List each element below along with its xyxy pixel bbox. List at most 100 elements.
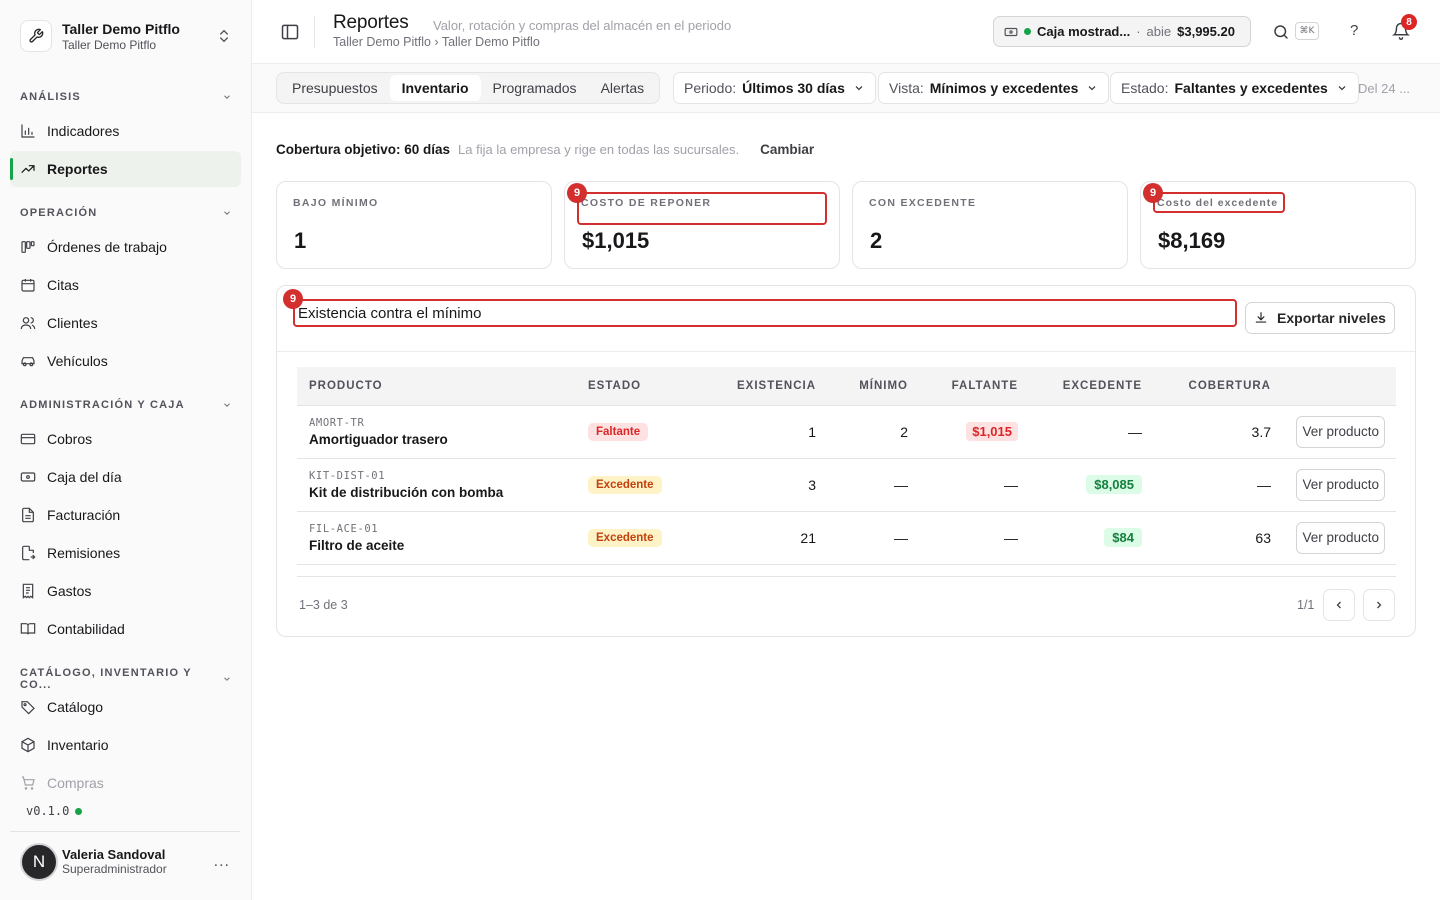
coverage-line: Cobertura objetivo: 60 días La fija la e… — [276, 142, 814, 157]
periodo-select[interactable]: Periodo: Últimos 30 días — [673, 72, 876, 104]
marker-badge: 9 — [283, 289, 303, 309]
shortage-value: $1,015 — [966, 422, 1018, 441]
table-header-row: PRODUCTO ESTADO EXISTENCIA MÍNIMO FALTAN… — [297, 367, 1396, 406]
download-icon — [1255, 312, 1267, 323]
section-operacion[interactable]: OPERACIÓN — [20, 207, 232, 219]
product-sku: KIT-DIST-01 — [309, 469, 386, 482]
more-icon[interactable]: ... — [214, 853, 230, 871]
pagination-page: 1/1 — [1297, 598, 1315, 612]
status-cell: Faltante — [576, 405, 703, 459]
kpi-value: $8,169 — [1158, 228, 1226, 253]
sidebar-item-label: Catálogo — [47, 699, 104, 715]
excess-value: $8,085 — [1086, 475, 1142, 494]
prev-page-button[interactable] — [1323, 589, 1355, 621]
next-page-button[interactable] — [1363, 589, 1395, 621]
sidebar-item-clientes[interactable]: Clientes — [10, 305, 241, 341]
col-excedente: EXCEDENTE — [1030, 367, 1154, 406]
file-out-icon — [22, 545, 36, 561]
product-cell: KIT-DIST-01 Kit de distribución con bomba — [297, 458, 576, 512]
cart-icon — [22, 776, 35, 790]
chevron-down-icon — [1088, 86, 1096, 91]
workspace-switcher[interactable]: Taller Demo Pitflo Taller Demo Pitflo — [10, 10, 242, 62]
sidebar-item-label: Clientes — [47, 315, 98, 331]
sidebar-item-contabilidad[interactable]: Contabilidad — [10, 611, 241, 647]
kpi-label: COSTO DE REPONER — [581, 197, 712, 209]
coverage-cell: 3.7 — [1154, 405, 1283, 459]
product-cell: AMORT-TR Amortiguador trasero — [297, 405, 576, 459]
excess-cell: $84 — [1030, 511, 1154, 565]
sidebar-item-label: Caja del día — [47, 469, 122, 485]
change-coverage-button[interactable]: Cambiar — [760, 142, 814, 157]
sidebar-item-vehiculos[interactable]: Vehículos — [10, 343, 241, 379]
product-name: Kit de distribución con bomba — [309, 484, 504, 500]
product-sku: FIL-ACE-01 — [309, 522, 379, 535]
sidebar-item-indicadores[interactable]: Indicadores — [10, 113, 241, 149]
product-sku: AMORT-TR — [309, 416, 365, 429]
kpi-value: 1 — [294, 228, 307, 253]
col-minimo: MÍNIMO — [828, 367, 920, 406]
sidebar-item-remisiones[interactable]: Remisiones — [10, 535, 241, 571]
avatar: N — [20, 842, 58, 881]
sidebar-item-inventario[interactable]: Inventario — [10, 727, 241, 763]
sidebar-item-cobros[interactable]: Cobros — [10, 421, 241, 457]
sidebar-item-label: Inventario — [47, 737, 109, 753]
sidebar-item-ordenes[interactable]: Órdenes de trabajo — [10, 229, 241, 265]
view-product-button[interactable]: Ver producto — [1296, 468, 1385, 501]
tab-inventario[interactable]: Inventario — [389, 75, 481, 101]
stock-cell: 1 — [703, 405, 828, 459]
sidebar-item-reportes[interactable]: Reportes — [10, 151, 241, 187]
excess-value: $84 — [1104, 528, 1142, 547]
section-administracion[interactable]: ADMINISTRACIÓN Y CAJA — [20, 399, 232, 411]
stock-table: PRODUCTO ESTADO EXISTENCIA MÍNIMO FALTAN… — [297, 367, 1396, 565]
sidebar-item-label: Indicadores — [47, 123, 120, 139]
sidebar-item-citas[interactable]: Citas — [10, 267, 241, 303]
search-icon[interactable] — [1272, 23, 1290, 41]
user-menu[interactable]: N Valeria Sandoval Superadministrador ..… — [10, 831, 240, 891]
section-catalogo[interactable]: CATÁLOGO, INVENTARIO Y CO... — [20, 667, 232, 691]
sidebar-item-label: Facturación — [47, 507, 121, 523]
cash-register-button[interactable]: Caja mostrad... · abie $3,995.20 — [993, 16, 1251, 47]
estado-value: Faltantes y excedentes — [1174, 80, 1328, 96]
product-cell: FIL-ACE-01 Filtro de aceite — [297, 511, 576, 565]
kpi-card-costo-excedente: Costo del excedente $8,169 — [1140, 181, 1416, 269]
view-product-button[interactable]: Ver producto — [1296, 415, 1385, 448]
kpi-label: BAJO MÍNIMO — [293, 197, 379, 209]
table-row: KIT-DIST-01 Kit de distribución con bomba… — [297, 458, 1396, 512]
breadcrumb[interactable]: Taller Demo Pitflo › Taller Demo Pitflo — [333, 35, 540, 49]
coverage-cell: — — [1154, 458, 1283, 512]
marker-badge: 9 — [567, 183, 587, 203]
marker-badge: 9 — [1143, 183, 1163, 203]
view-product-button[interactable]: Ver producto — [1296, 521, 1385, 554]
action-cell: Ver producto — [1283, 511, 1396, 565]
chevrons-updown-icon — [220, 29, 228, 43]
status-dot — [75, 807, 83, 815]
sidebar-item-compras[interactable]: Compras — [10, 765, 241, 801]
report-tabs: Presupuestos Inventario Programados Aler… — [276, 72, 661, 104]
sidebar-toggle-icon[interactable] — [280, 22, 300, 42]
section-label: ANÁLISIS — [20, 91, 81, 103]
book-icon — [20, 623, 36, 635]
export-levels-button[interactable]: Exportar niveles — [1245, 302, 1395, 334]
cash-name: Caja mostrad... — [1037, 24, 1131, 39]
tab-alertas[interactable]: Alertas — [589, 75, 657, 101]
vista-select[interactable]: Vista: Mínimos y excedentes — [878, 72, 1110, 104]
sidebar-item-label: Gastos — [47, 583, 92, 599]
tab-programados[interactable]: Programados — [481, 75, 589, 101]
col-faltante: FALTANTE — [920, 367, 1030, 406]
sidebar-item-caja[interactable]: Caja del día — [10, 459, 241, 495]
product-name: Amortiguador trasero — [309, 431, 448, 447]
sidebar-item-facturacion[interactable]: Facturación — [10, 497, 241, 533]
product-name: Filtro de aceite — [309, 537, 405, 553]
cash-amount: $3,995.20 — [1177, 24, 1235, 39]
sidebar-item-gastos[interactable]: Gastos — [10, 573, 241, 609]
tab-presupuestos[interactable]: Presupuestos — [280, 75, 390, 101]
sidebar-item-catalogo[interactable]: Catálogo — [10, 689, 241, 725]
date-range[interactable]: Del 24 ... — [1358, 81, 1410, 96]
pagination-range: 1–3 de 3 — [299, 598, 348, 612]
notification-count: 8 — [1401, 14, 1417, 30]
help-button[interactable]: ? — [1350, 22, 1358, 39]
sidebar-item-label: Vehículos — [47, 353, 108, 369]
estado-select[interactable]: Estado: Faltantes y excedentes — [1110, 72, 1359, 104]
section-analisis[interactable]: ANÁLISIS — [20, 91, 232, 103]
vista-label: Vista: — [889, 80, 924, 96]
